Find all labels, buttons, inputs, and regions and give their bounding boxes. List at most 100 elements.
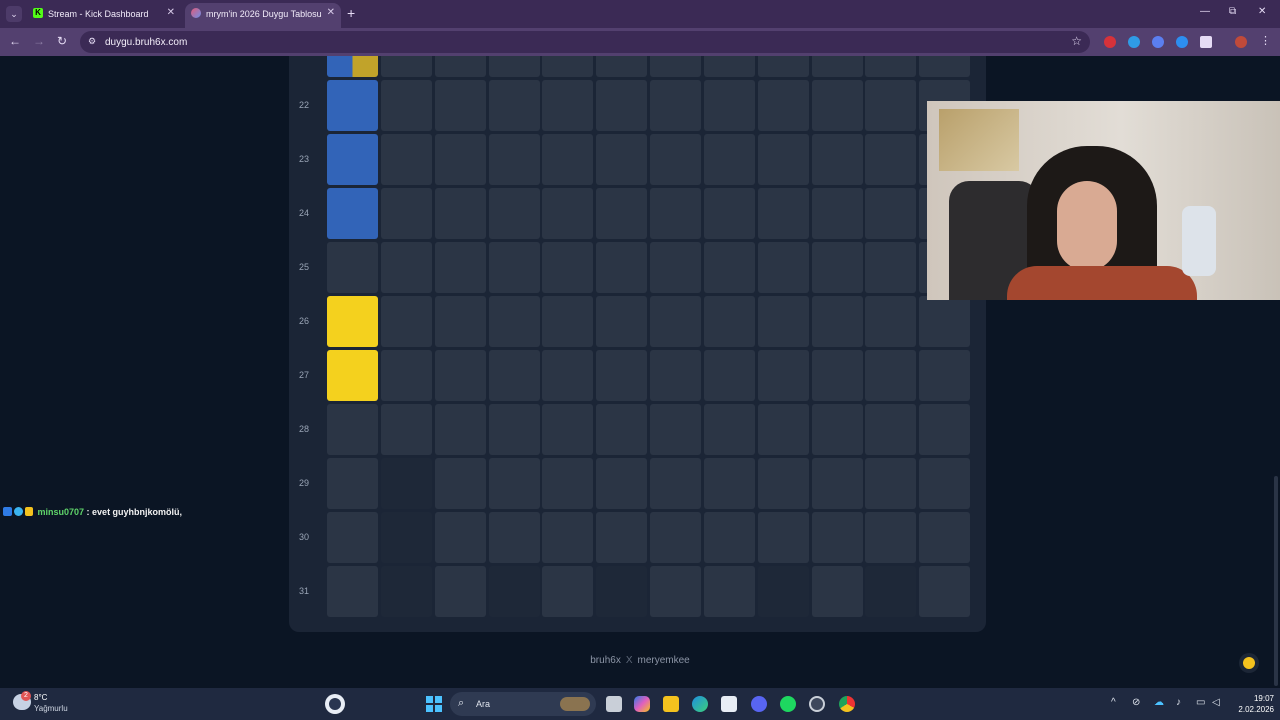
day-cell[interactable] xyxy=(650,242,701,293)
weather-condition[interactable]: Yağmurlu xyxy=(34,704,68,713)
day-cell[interactable] xyxy=(489,134,540,185)
day-cell[interactable] xyxy=(865,188,916,239)
day-cell[interactable] xyxy=(327,242,378,293)
day-cell[interactable] xyxy=(704,242,755,293)
day-cell[interactable] xyxy=(758,512,809,563)
day-cell[interactable] xyxy=(650,350,701,401)
day-cell[interactable] xyxy=(704,296,755,347)
day-cell[interactable] xyxy=(758,134,809,185)
day-cell[interactable] xyxy=(704,458,755,509)
day-cell[interactable] xyxy=(704,566,755,617)
day-cell[interactable] xyxy=(704,512,755,563)
day-cell[interactable] xyxy=(865,134,916,185)
day-cell[interactable] xyxy=(865,80,916,131)
day-cell[interactable] xyxy=(381,458,432,509)
day-cell[interactable] xyxy=(327,188,378,239)
day-cell[interactable] xyxy=(758,188,809,239)
close-tab-icon[interactable]: ✕ xyxy=(167,7,175,18)
day-cell[interactable] xyxy=(812,350,863,401)
taskbar-search[interactable]: ⌕ Ara xyxy=(450,692,596,716)
day-cell[interactable] xyxy=(381,242,432,293)
day-cell[interactable] xyxy=(650,458,701,509)
day-cell[interactable] xyxy=(758,566,809,617)
day-cell[interactable] xyxy=(381,296,432,347)
day-cell[interactable] xyxy=(381,512,432,563)
day-cell[interactable] xyxy=(542,458,593,509)
day-cell[interactable] xyxy=(758,296,809,347)
day-cell[interactable] xyxy=(650,134,701,185)
day-cell[interactable] xyxy=(327,404,378,455)
day-cell[interactable] xyxy=(489,296,540,347)
day-cell[interactable] xyxy=(542,242,593,293)
file-explorer-icon[interactable] xyxy=(663,696,679,712)
edge-browser-icon[interactable] xyxy=(692,696,708,712)
extension-shield-icon[interactable] xyxy=(1176,36,1188,48)
day-cell[interactable] xyxy=(542,350,593,401)
day-cell[interactable] xyxy=(596,566,647,617)
scrollbar-thumb[interactable] xyxy=(1274,476,1278,686)
day-cell[interactable] xyxy=(596,242,647,293)
day-cell[interactable] xyxy=(650,188,701,239)
day-cell[interactable] xyxy=(812,188,863,239)
day-cell[interactable] xyxy=(596,188,647,239)
day-cell[interactable] xyxy=(812,296,863,347)
volume-icon[interactable]: ◁ xyxy=(1212,697,1220,708)
day-cell[interactable] xyxy=(435,458,486,509)
day-cell[interactable] xyxy=(489,458,540,509)
day-cell[interactable] xyxy=(865,404,916,455)
day-cell[interactable] xyxy=(542,134,593,185)
day-cell[interactable] xyxy=(542,80,593,131)
day-cell[interactable] xyxy=(542,296,593,347)
network-icon[interactable]: ▭ xyxy=(1196,697,1205,708)
day-cell[interactable] xyxy=(865,566,916,617)
day-cell[interactable] xyxy=(327,134,378,185)
day-cell[interactable] xyxy=(435,296,486,347)
day-cell[interactable] xyxy=(489,242,540,293)
day-cell[interactable] xyxy=(327,296,378,347)
day-cell[interactable] xyxy=(327,80,378,131)
tray-overflow-icon[interactable]: ^ xyxy=(1111,697,1116,708)
day-cell[interactable] xyxy=(758,458,809,509)
reload-icon[interactable]: ↻ xyxy=(57,34,67,48)
day-cell[interactable] xyxy=(704,404,755,455)
day-cell[interactable] xyxy=(650,512,701,563)
day-cell[interactable] xyxy=(865,350,916,401)
day-cell[interactable] xyxy=(812,80,863,131)
day-cell[interactable] xyxy=(489,188,540,239)
site-info-icon[interactable]: ⚙ xyxy=(88,36,99,47)
day-cell[interactable] xyxy=(435,56,486,77)
day-cell[interactable] xyxy=(650,296,701,347)
day-cell[interactable] xyxy=(596,134,647,185)
tab-search-button[interactable]: ⌄ xyxy=(6,6,22,22)
day-cell[interactable] xyxy=(812,242,863,293)
day-cell[interactable] xyxy=(758,350,809,401)
tab-kick-dashboard[interactable]: K Stream - Kick Dashboard ✕ xyxy=(27,3,181,28)
day-cell[interactable] xyxy=(865,512,916,563)
extension-audio-icon[interactable] xyxy=(1152,36,1164,48)
day-cell[interactable] xyxy=(596,296,647,347)
day-cell[interactable] xyxy=(758,56,809,77)
day-cell[interactable] xyxy=(812,566,863,617)
day-cell[interactable] xyxy=(596,350,647,401)
weather-cloud-icon[interactable]: 2 xyxy=(13,691,31,710)
day-cell[interactable] xyxy=(435,242,486,293)
day-cell[interactable] xyxy=(489,404,540,455)
day-cell[interactable] xyxy=(865,296,916,347)
taskbar-clock[interactable]: 19:07 2.02.2026 xyxy=(1234,693,1274,715)
day-cell[interactable] xyxy=(327,566,378,617)
restore-icon[interactable]: ⧉ xyxy=(1229,6,1236,17)
day-cell[interactable] xyxy=(435,80,486,131)
obs-app-icon[interactable] xyxy=(325,694,345,714)
microsoft-store-icon[interactable] xyxy=(721,696,737,712)
day-cell[interactable] xyxy=(542,56,593,77)
day-cell[interactable] xyxy=(758,80,809,131)
day-cell[interactable] xyxy=(381,404,432,455)
new-tab-plus-icon[interactable]: + xyxy=(347,5,355,21)
day-cell[interactable] xyxy=(435,350,486,401)
day-cell[interactable] xyxy=(435,404,486,455)
day-cell[interactable] xyxy=(919,458,970,509)
weather-temperature[interactable]: 8°C xyxy=(34,693,47,702)
back-arrow-icon[interactable]: ← xyxy=(9,34,21,48)
day-cell[interactable] xyxy=(381,566,432,617)
day-cell[interactable] xyxy=(542,404,593,455)
